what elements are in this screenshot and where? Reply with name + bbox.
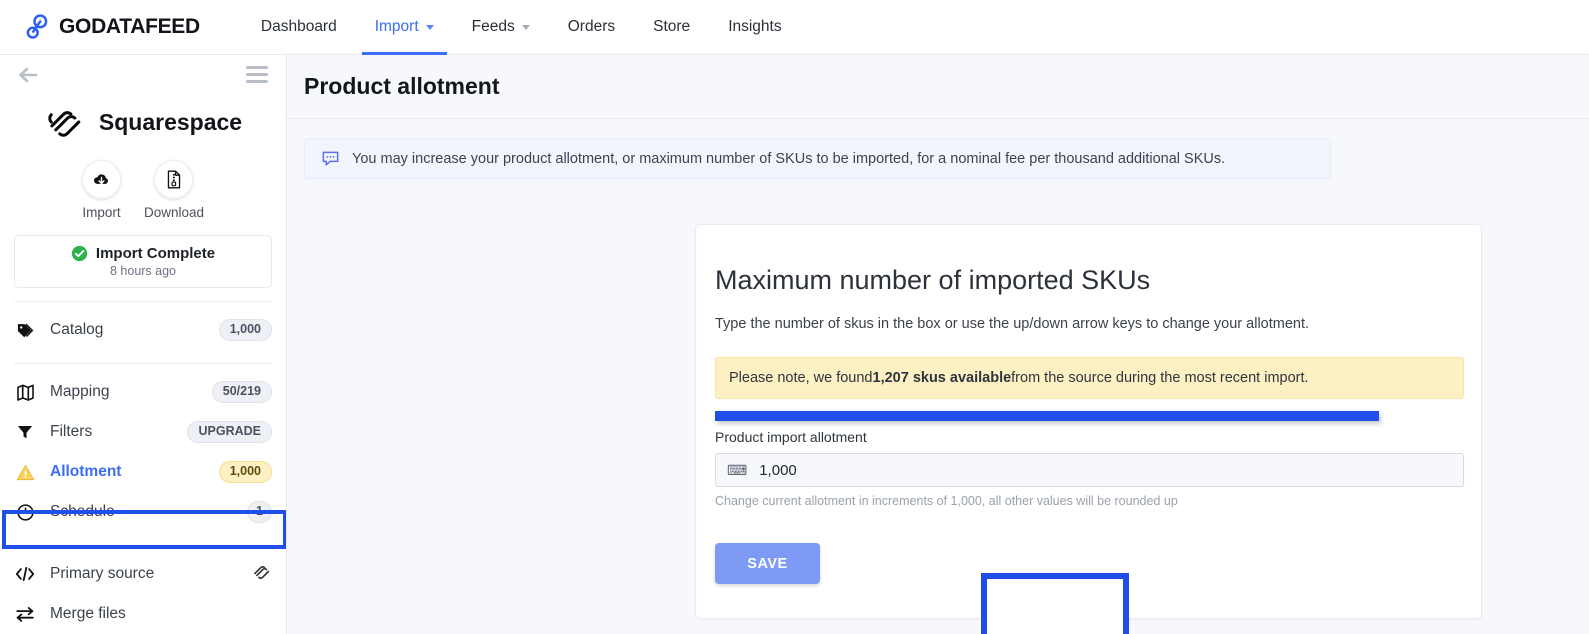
download-action-circle — [154, 160, 194, 199]
tag-icon — [14, 321, 36, 340]
warning-triangle-icon — [14, 463, 36, 482]
page-header: Product allotment — [287, 55, 1589, 119]
note-suffix: from the source during the most recent i… — [1011, 370, 1309, 386]
sidebar-item-mapping[interactable]: Mapping 50/219 — [14, 372, 272, 412]
nav-link-label: Orders — [567, 18, 616, 35]
sidebar-item-badge: UPGRADE — [187, 421, 272, 443]
nav-links: Dashboard Import Feeds Orders Store Insi… — [242, 0, 801, 55]
back-arrow-icon[interactable] — [16, 63, 40, 87]
allotment-card: Maximum number of imported SKUs Type the… — [695, 224, 1482, 619]
sidebar-item-label: Merge files — [50, 605, 126, 622]
sidebar-item-label: Mapping — [50, 383, 110, 400]
speech-bubble-icon — [322, 151, 339, 166]
import-status-subtitle: 8 hours ago — [109, 264, 177, 278]
sidebar-item-catalog[interactable]: Catalog 1,000 — [14, 310, 272, 350]
sidebar: Squarespace Import Download Import Compl… — [0, 55, 287, 634]
import-action-label: Import — [82, 205, 121, 220]
note-underline-highlight — [715, 411, 1379, 421]
allotment-field-hint: Change current allotment in increments o… — [715, 494, 1178, 508]
keyboard-icon: ⌨ — [727, 462, 748, 478]
sidebar-item-allotment[interactable]: Allotment 1,000 — [14, 452, 272, 492]
nav-link-dashboard[interactable]: Dashboard — [242, 0, 356, 55]
card-subtitle: Type the number of skus in the box or us… — [715, 316, 1310, 332]
squarespace-logo-icon — [48, 111, 81, 137]
sidebar-actions: Import Download — [0, 160, 286, 220]
sidebar-item-label: Catalog — [50, 321, 104, 338]
note-bold-value: 1,207 skus available — [872, 370, 1012, 386]
import-status-box: Import Complete 8 hours ago — [14, 235, 272, 288]
sidebar-divider — [14, 301, 272, 302]
sidebar-item-label: Allotment — [50, 463, 122, 480]
nav-link-store[interactable]: Store — [634, 0, 709, 55]
green-check-circle-icon — [71, 245, 88, 262]
note-prefix: Please note, we found — [729, 370, 873, 386]
store-identity: Squarespace — [0, 101, 286, 143]
card-title: Maximum number of imported SKUs — [715, 265, 1151, 295]
nav-link-import[interactable]: Import — [356, 0, 453, 55]
info-banner: You may increase your product allotment,… — [304, 138, 1331, 179]
import-status-title: Import Complete — [95, 245, 216, 262]
sidebar-item-badge: 1 — [247, 501, 272, 523]
sidebar-item-label: Primary source — [50, 565, 155, 582]
map-icon — [14, 383, 36, 402]
import-status-line: Import Complete — [71, 245, 215, 262]
top-navigation-bar: GODATAFEED Dashboard Import Feeds Orders… — [0, 0, 1589, 55]
import-action-button[interactable]: Import — [81, 160, 121, 220]
allotment-input-value: 1,000 — [759, 461, 797, 479]
code-brackets-icon — [14, 565, 36, 583]
nav-link-label: Feeds — [471, 18, 515, 35]
download-action-button[interactable]: Download — [144, 160, 204, 220]
main-content: Product allotment You may increase your … — [287, 55, 1589, 634]
nav-link-insights[interactable]: Insights — [709, 0, 800, 55]
nav-link-label: Import — [374, 18, 419, 35]
info-banner-text: You may increase your product allotment,… — [352, 150, 1226, 167]
hamburger-menu-icon[interactable] — [246, 66, 268, 83]
sidebar-divider — [14, 545, 272, 546]
sidebar-item-primary-source[interactable]: Primary source — [14, 554, 272, 594]
chevron-down-icon — [425, 24, 434, 30]
godatafeed-loop-logo-icon — [26, 14, 48, 39]
nav-link-label: Dashboard — [260, 18, 337, 35]
merge-arrows-icon — [14, 605, 36, 623]
sku-availability-note: Please note, we found 1,207 skus availab… — [715, 357, 1464, 399]
page-title: Product allotment — [304, 73, 500, 99]
nav-link-orders[interactable]: Orders — [549, 0, 634, 55]
brand-logo-group[interactable]: GODATAFEED — [22, 12, 200, 42]
sidebar-item-badge: 1,000 — [218, 319, 272, 341]
sidebar-item-filters[interactable]: Filters UPGRADE — [14, 412, 272, 452]
cloud-download-icon — [93, 174, 108, 185]
brand-name: GODATAFEED — [59, 15, 200, 38]
zip-file-icon — [167, 170, 181, 189]
sidebar-item-schedule[interactable]: Schedule 1 — [14, 492, 272, 532]
sidebar-divider — [14, 363, 272, 364]
nav-link-label: Store — [653, 18, 691, 35]
save-button[interactable]: SAVE — [715, 543, 820, 584]
app-root: GODATAFEED Dashboard Import Feeds Orders… — [0, 0, 1589, 634]
filter-icon — [14, 423, 36, 441]
sidebar-item-label: Schedule — [50, 503, 115, 520]
nav-link-feeds[interactable]: Feeds — [453, 0, 549, 55]
sidebar-item-label: Filters — [50, 423, 93, 440]
store-name: Squarespace — [98, 108, 243, 135]
allotment-field-label: Product import allotment — [715, 429, 867, 445]
sidebar-top-controls — [0, 55, 286, 97]
sidebar-item-merge-files[interactable]: Merge files — [14, 594, 272, 634]
import-action-circle — [81, 160, 121, 199]
nav-link-label: Insights — [728, 18, 782, 35]
sidebar-item-badge: 1,000 — [218, 461, 272, 483]
download-action-label: Download — [143, 205, 205, 220]
sidebar-item-source-logo — [251, 561, 272, 587]
clock-icon — [14, 503, 36, 522]
allotment-input[interactable]: ⌨ 1,000 — [715, 453, 1464, 487]
chevron-down-icon — [521, 24, 530, 30]
sidebar-item-badge: 50/219 — [211, 381, 272, 403]
